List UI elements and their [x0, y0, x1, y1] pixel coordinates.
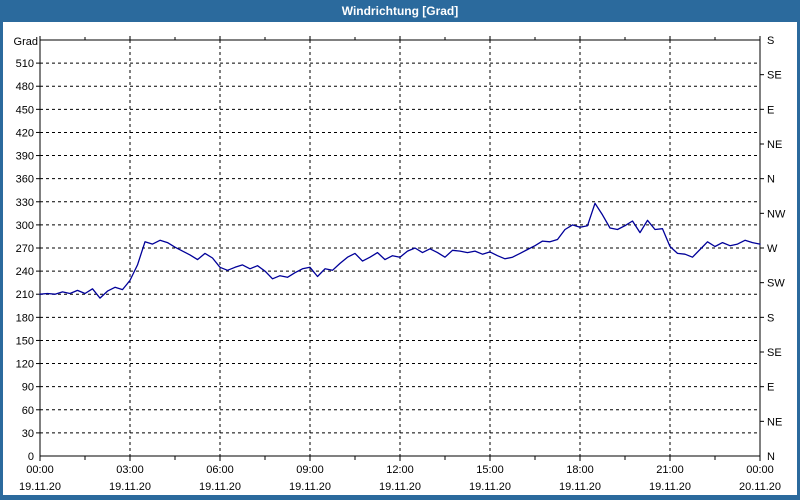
x-axis-date-label: 19.11.20 — [289, 481, 331, 493]
compass-tick-label: SE — [767, 70, 782, 82]
y-axis-tick-label: 90 — [22, 382, 34, 394]
x-axis-date-label: 19.11.20 — [379, 481, 421, 493]
y-axis-tick-label: 60 — [22, 405, 34, 417]
y-axis-tick-label: 330 — [16, 197, 34, 209]
x-axis-date-label: 19.11.20 — [559, 481, 601, 493]
compass-tick-label: N — [767, 451, 775, 463]
y-axis-left: 0 30 60 90 120 150 180 210 240 270 300 330 360 390 420… — [14, 36, 40, 463]
wind-direction-chart: 0 30 60 90 120 150 180 210 240 270 300 330 360 390 420… — [3, 22, 797, 495]
y-axis-tick-label: 360 — [16, 174, 34, 186]
x-axis-date-label: 19.11.20 — [109, 481, 151, 493]
y-axis-tick-label: 510 — [16, 58, 34, 70]
compass-tick-label: N — [767, 174, 775, 186]
x-axis-time-label: 12:00 — [386, 464, 414, 476]
compass-tick-label: NE — [767, 416, 782, 428]
x-axis-time-label: 15:00 — [476, 464, 504, 476]
y-axis-tick-label: 240 — [16, 266, 34, 278]
window-title: Windrichtung [Grad] — [342, 4, 459, 18]
compass-tick-label: E — [767, 382, 774, 394]
x-axis-time-label: 18:00 — [566, 464, 594, 476]
compass-tick-label: S — [767, 312, 774, 324]
y-axis-tick-label: 150 — [16, 335, 34, 347]
y-axis-right: N NE E SE S SW W NW N NE E SE S — [760, 35, 786, 463]
titlebar: Windrichtung [Grad] — [0, 0, 800, 22]
y-axis-tick-label: 120 — [16, 359, 34, 371]
compass-tick-label: W — [767, 243, 778, 255]
compass-tick-label: SE — [767, 347, 782, 359]
compass-tick-label: E — [767, 104, 774, 116]
y-axis-tick-label: 210 — [16, 289, 34, 301]
x-axis-time-label: 03:00 — [116, 464, 144, 476]
x-axis-time-label: 21:00 — [656, 464, 684, 476]
compass-tick-label: NE — [767, 139, 782, 151]
y-axis-tick-label: 270 — [16, 243, 34, 255]
y-axis-tick-label: 300 — [16, 220, 34, 232]
y-axis-unit-label: Grad — [14, 36, 38, 48]
x-axis-date-label: 19.11.20 — [649, 481, 691, 493]
y-axis-tick-label: 390 — [16, 151, 34, 163]
y-axis-tick-label: 420 — [16, 127, 34, 139]
x-axis-date-label: 20.11.20 — [739, 481, 781, 493]
chart-area: 0 30 60 90 120 150 180 210 240 270 300 330 360 390 420… — [3, 22, 797, 495]
y-axis-tick-label: 180 — [16, 312, 34, 324]
y-axis-tick-label: 450 — [16, 104, 34, 116]
chart-window: Windrichtung [Grad] 0 30 60 90 120 150 180 210 2… — [0, 0, 800, 500]
y-axis-tick-label: 30 — [22, 428, 34, 440]
x-axis-time-label: 00:00 — [746, 464, 774, 476]
compass-tick-label: NW — [767, 208, 786, 220]
y-axis-tick-label: 480 — [16, 81, 34, 93]
x-axis-date-label: 19.11.20 — [199, 481, 241, 493]
x-axis-labels: 00:00 19.11.20 03:00 19.11.20 06:00 19.11.20 0… — [19, 464, 781, 493]
y-axis-tick-label: 0 — [28, 451, 34, 463]
x-axis-date-label: 19.11.20 — [19, 481, 61, 493]
x-axis-date-label: 19.11.20 — [469, 481, 511, 493]
x-axis-time-label: 00:00 — [26, 464, 54, 476]
x-axis-time-label: 09:00 — [296, 464, 324, 476]
compass-tick-label: SW — [767, 278, 785, 290]
x-axis-time-label: 06:00 — [206, 464, 234, 476]
compass-tick-label: S — [767, 35, 774, 47]
